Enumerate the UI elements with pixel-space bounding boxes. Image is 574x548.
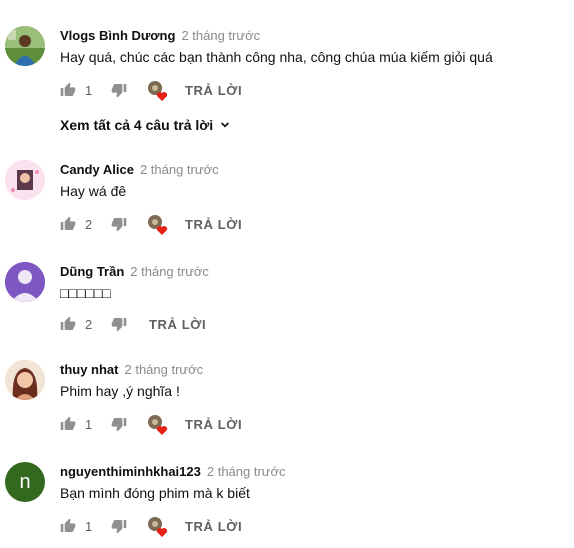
comment-header: nguyenthiminhkhai123 2 tháng trước — [60, 464, 286, 479]
author-name[interactable]: Dũng Trần — [60, 264, 124, 279]
avatar-letter: n — [19, 470, 31, 493]
like-count: 1 — [85, 416, 93, 432]
timestamp[interactable]: 2 tháng trước — [207, 464, 286, 479]
comment-actions: 1 TRẢ LỜI — [60, 414, 242, 435]
creator-heart-icon — [147, 516, 168, 537]
author-name[interactable]: Vlogs Bình Dương — [60, 28, 175, 43]
thumb-down-icon[interactable] — [111, 316, 127, 332]
thumb-down-icon[interactable] — [111, 518, 127, 534]
comment-actions: 2 TRẢ LỜI — [60, 214, 242, 235]
like-count: 1 — [85, 82, 93, 98]
creator-heart-icon — [147, 214, 168, 235]
reply-button[interactable]: TRẢ LỜI — [185, 417, 242, 432]
avatar[interactable] — [5, 360, 45, 400]
avatar[interactable] — [5, 262, 45, 302]
comment-header: thuy nhat 2 tháng trước — [60, 362, 203, 377]
like-count: 2 — [85, 216, 93, 232]
comment-text: Hay wá đê — [60, 183, 127, 199]
comment-actions: 1 TRẢ LỜI — [60, 516, 242, 537]
reply-button[interactable]: TRẢ LỜI — [185, 519, 242, 534]
photo-avatar-icon — [5, 26, 45, 66]
creator-heart-icon — [147, 80, 168, 101]
comment-actions: 1 TRẢ LỜI — [60, 80, 242, 101]
thumb-up-icon[interactable] — [60, 316, 76, 332]
timestamp[interactable]: 2 tháng trước — [125, 362, 204, 377]
thumb-up-icon[interactable] — [60, 216, 76, 232]
comment-header: Vlogs Bình Dương 2 tháng trước — [60, 28, 260, 43]
reply-button[interactable]: TRẢ LỜI — [185, 83, 242, 98]
comment-header: Dũng Trần 2 tháng trước — [60, 264, 209, 279]
thumb-down-icon[interactable] — [111, 416, 127, 432]
timestamp[interactable]: 2 tháng trước — [181, 28, 260, 43]
author-name[interactable]: thuy nhat — [60, 362, 119, 377]
thumb-up-icon[interactable] — [60, 518, 76, 534]
comment-text: Hay quá, chúc các bạn thành công nha, cô… — [60, 49, 493, 65]
reply-button[interactable]: TRẢ LỜI — [149, 317, 206, 332]
reply-button[interactable]: TRẢ LỜI — [185, 217, 242, 232]
thumb-up-icon[interactable] — [60, 416, 76, 432]
photo-avatar-icon — [5, 160, 45, 200]
chevron-down-icon — [221, 122, 230, 128]
comment-text: Phim hay ,ý nghĩa ! — [60, 383, 180, 399]
timestamp[interactable]: 2 tháng trước — [140, 162, 219, 177]
comment-text: □□□□□□ — [60, 285, 111, 301]
like-count: 2 — [85, 316, 93, 332]
comment-text: Bạn mình đóng phim mà k biết — [60, 485, 250, 501]
creator-heart-icon — [147, 414, 168, 435]
timestamp[interactable]: 2 tháng trước — [130, 264, 209, 279]
avatar[interactable]: n — [5, 462, 45, 502]
thumb-down-icon[interactable] — [111, 82, 127, 98]
thumb-up-icon[interactable] — [60, 82, 76, 98]
thumb-down-icon[interactable] — [111, 216, 127, 232]
comment-header: Candy Alice 2 tháng trước — [60, 162, 219, 177]
default-person-avatar-icon — [5, 262, 45, 302]
avatar[interactable] — [5, 160, 45, 200]
like-count: 1 — [85, 518, 93, 534]
comment-actions: 2 TRẢ LỜI — [60, 314, 206, 334]
view-replies-label: Xem tất cả 4 câu trả lời — [60, 117, 214, 133]
photo-avatar-icon — [5, 360, 45, 400]
author-name[interactable]: nguyenthiminhkhai123 — [60, 464, 201, 479]
avatar[interactable] — [5, 26, 45, 66]
author-name[interactable]: Candy Alice — [60, 162, 134, 177]
view-replies-button[interactable]: Xem tất cả 4 câu trả lời — [60, 117, 233, 133]
